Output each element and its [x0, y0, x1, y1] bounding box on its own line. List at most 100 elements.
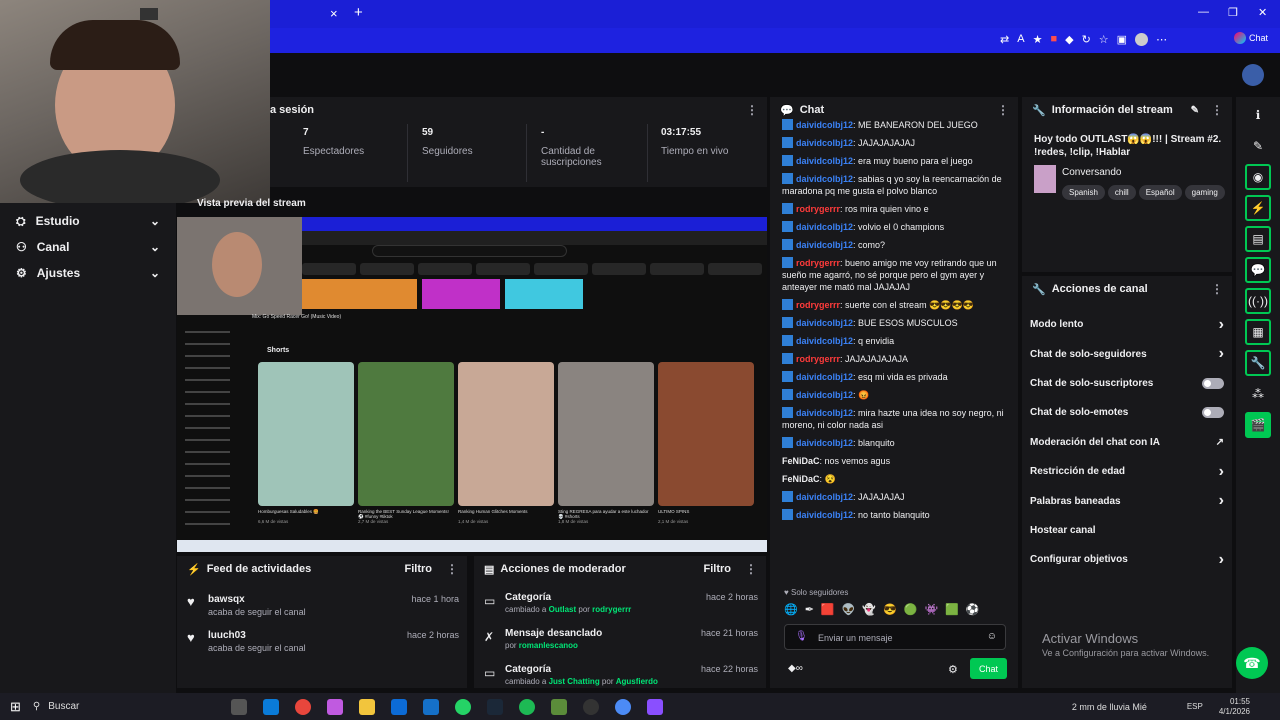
more-options-icon[interactable]: ⋮ — [746, 103, 758, 117]
support-chat-icon[interactable]: ☎ — [1236, 647, 1268, 679]
more-options-icon[interactable]: ⋮ — [1211, 282, 1223, 296]
chat-message[interactable]: rodrygerrr: suerte con el stream 😎😎😎😎 — [782, 299, 1008, 311]
chat-username[interactable]: daividcolbj12 — [796, 408, 853, 418]
category-name[interactable]: Conversando — [1062, 167, 1121, 178]
mod-action-item[interactable]: ▭ Categoría cambiado a Outlast por rodry… — [474, 590, 766, 626]
chat-message[interactable]: daividcolbj12: ME BANEARON DEL JUEGO — [782, 119, 1008, 131]
chat-username[interactable]: daividcolbj12 — [796, 492, 853, 502]
refresh-icon[interactable]: ↻ — [1082, 33, 1091, 46]
tag-chip[interactable]: Español — [1138, 185, 1182, 200]
chat-messages[interactable]: daividcolbj12: ME BANEARON DEL JUEGO daiv… — [782, 119, 1008, 579]
chat-input[interactable]: 🎙 Enviar un mensaje ☺ — [784, 624, 1006, 650]
channel-action-item[interactable]: Palabras baneadas › — [1022, 486, 1232, 515]
mod-action-item[interactable]: ✗ Mensaje desanclado por romanlescanoo h… — [474, 626, 766, 662]
store-icon[interactable] — [390, 698, 407, 715]
chat-username[interactable]: daividcolbj12 — [796, 390, 853, 400]
send-chat-button[interactable]: Chat — [970, 658, 1007, 679]
emote-icon[interactable]: 👽 — [842, 603, 856, 616]
tab-close-button[interactable]: × — [330, 6, 338, 21]
filter-button[interactable]: Filtro — [704, 563, 732, 575]
text-icon[interactable]: A — [1017, 33, 1024, 46]
more-options-icon[interactable]: ⋮ — [745, 562, 757, 576]
chat-message[interactable]: daividcolbj12: BUE ESOS MUSCULOS — [782, 317, 1008, 329]
toggle-switch[interactable] — [1202, 407, 1224, 419]
whatsapp-icon[interactable] — [454, 698, 471, 715]
activity-item[interactable]: ♥ bawsqx acaba de seguir el canal hace 1… — [177, 592, 467, 628]
extension-icon[interactable]: ◆ — [1065, 33, 1073, 46]
emote-icon[interactable]: 🌐 — [784, 603, 798, 616]
more-options-icon[interactable]: ⋮ — [1211, 103, 1223, 117]
language-indicator[interactable]: ESP — [1187, 702, 1203, 711]
taskbar-search[interactable]: ⚲ Buscar — [33, 697, 213, 717]
filter-button[interactable]: Filtro — [405, 563, 433, 575]
chrome-icon[interactable] — [614, 698, 631, 715]
windows-start-icon[interactable]: ⊞ — [10, 699, 21, 715]
emote-icon[interactable]: 🟩 — [945, 603, 959, 616]
emote-icon[interactable]: ⚽ — [966, 603, 980, 616]
emote-icon[interactable]: 👾 — [924, 603, 938, 616]
chrome-icon[interactable] — [294, 698, 311, 715]
chat-message[interactable]: daividcolbj12: blanquito — [782, 437, 1008, 449]
chat-message[interactable]: daividcolbj12: sabias q yo soy la reenca… — [782, 173, 1008, 197]
new-tab-button[interactable]: + — [354, 4, 363, 21]
info-icon[interactable]: ℹ — [1245, 102, 1271, 128]
close-window-button[interactable]: ✕ — [1258, 6, 1267, 19]
chat-username[interactable]: daividcolbj12 — [796, 336, 853, 346]
chat-message[interactable]: daividcolbj12: como? — [782, 239, 1008, 251]
chat-username[interactable]: FeNiDaC — [782, 474, 820, 484]
translate-icon[interactable]: ⇄ — [1000, 33, 1009, 46]
broadcast-icon[interactable]: ((·)) — [1245, 288, 1271, 314]
chat-username[interactable]: rodrygerrr — [796, 258, 840, 268]
weather-widget[interactable]: 2 mm de lluvia Mié — [1072, 702, 1147, 712]
maximize-button[interactable]: ❐ — [1228, 6, 1238, 19]
edge-icon[interactable] — [262, 698, 279, 715]
copilot-chat-button[interactable]: Chat — [1234, 32, 1268, 44]
chat-username[interactable]: rodrygerrr — [796, 354, 840, 364]
tag-chip[interactable]: Spanish — [1062, 185, 1105, 200]
connections-icon[interactable]: ⁂ — [1245, 381, 1271, 407]
emoji-picker-icon[interactable]: ☺ — [987, 631, 997, 642]
chat-message[interactable]: daividcolbj12: no tanto blanquito — [782, 509, 1008, 521]
more-options-icon[interactable]: ⋮ — [446, 562, 458, 576]
chat-username[interactable]: rodrygerrr — [796, 204, 840, 214]
chat-message[interactable]: daividcolbj12: 😡 — [782, 389, 1008, 401]
channel-action-item[interactable]: Restricción de edad › — [1022, 457, 1232, 486]
extension-icon[interactable]: ■ — [1050, 33, 1057, 46]
collections-icon[interactable]: ▣ — [1117, 33, 1127, 46]
grid-icon[interactable]: ▦ — [1245, 319, 1271, 345]
chat-username[interactable]: daividcolbj12 — [796, 510, 853, 520]
chat-username[interactable]: daividcolbj12 — [796, 372, 853, 382]
favorites-icon[interactable]: ☆ — [1099, 33, 1109, 46]
lightning-icon[interactable]: ⚡ — [1245, 195, 1271, 221]
sidebar-item-settings[interactable]: ⚙ Ajustes ⌄ — [0, 260, 176, 286]
emote-icon[interactable]: 😎 — [883, 603, 897, 616]
chat-message[interactable]: daividcolbj12: q envidia — [782, 335, 1008, 347]
chat-username[interactable]: daividcolbj12 — [796, 318, 853, 328]
bookmark-star-icon[interactable]: ★ — [1033, 33, 1043, 46]
chat-username[interactable]: daividcolbj12 — [796, 156, 853, 166]
discord-icon[interactable] — [646, 698, 663, 715]
chat-username[interactable]: daividcolbj12 — [796, 120, 853, 130]
profile-avatar[interactable] — [1135, 33, 1149, 46]
channel-action-item[interactable]: Chat de solo-seguidores › — [1022, 339, 1232, 368]
chat-message[interactable]: daividcolbj12: era muy bueno para el jue… — [782, 155, 1008, 167]
chat-username[interactable]: daividcolbj12 — [796, 138, 853, 148]
channel-action-item[interactable]: Configurar objetivos › — [1022, 545, 1232, 574]
outlook-icon[interactable] — [422, 698, 439, 715]
more-icon[interactable]: ⋯ — [1156, 33, 1167, 46]
chat-message[interactable]: daividcolbj12: JAJAJAJAJAJ — [782, 137, 1008, 149]
clock[interactable]: 01:55 4/1/2026 — [1219, 697, 1250, 717]
emote-icon[interactable]: 🟢 — [904, 603, 918, 616]
tag-chip[interactable]: chill — [1107, 185, 1136, 200]
chat-message[interactable]: FeNiDaC: nos vemos agus — [782, 455, 1008, 467]
chat-message[interactable]: rodrygerrr: JAJAJAJAJAJA — [782, 353, 1008, 365]
sidebar-item-channel[interactable]: ⚇ Canal ⌄ — [0, 234, 176, 260]
chat-message[interactable]: daividcolbj12: mira hazte una idea no so… — [782, 407, 1008, 431]
tag-chip[interactable]: gaming — [1184, 185, 1225, 200]
chat-message[interactable]: daividcolbj12: JAJAJAJAJ — [782, 491, 1008, 503]
chat-icon[interactable]: 💬 — [1245, 257, 1271, 283]
toggle-switch[interactable] — [1202, 377, 1224, 389]
chat-username[interactable]: daividcolbj12 — [796, 174, 853, 184]
sidebar-item-studio[interactable]: ⛭ Estudio ⌄ — [0, 208, 176, 234]
channel-action-item[interactable]: Moderación del chat con IA ↗ — [1022, 428, 1232, 457]
